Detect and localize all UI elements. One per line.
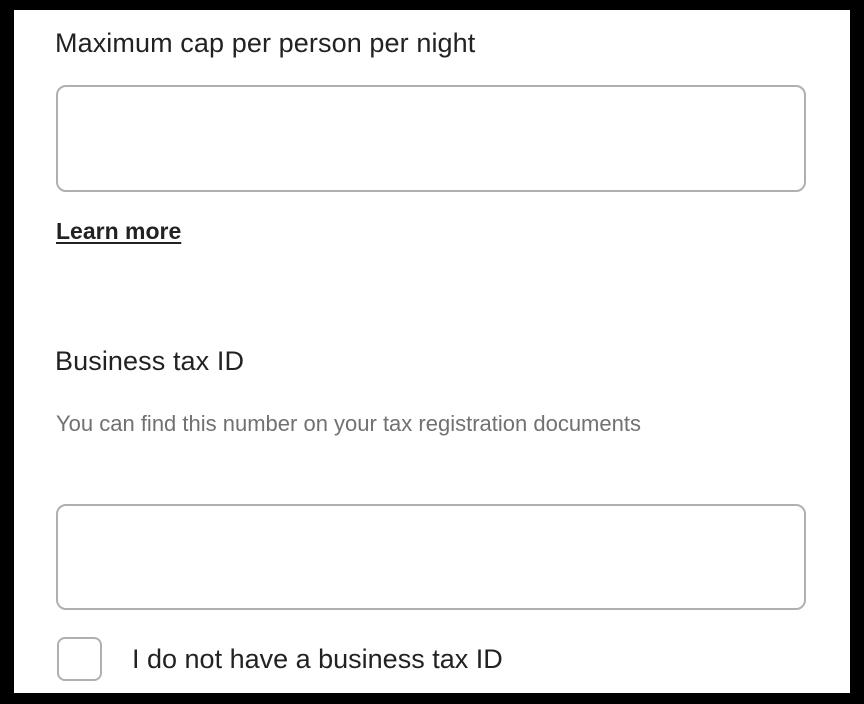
no-tax-id-checkbox-label[interactable]: I do not have a business tax ID <box>132 644 503 675</box>
tax-settings-form: Maximum cap per person per night Learn m… <box>14 10 850 693</box>
cap-per-person-input[interactable] <box>56 85 806 192</box>
business-tax-id-input[interactable] <box>56 504 806 610</box>
cap-per-person-label: Maximum cap per person per night <box>55 28 476 58</box>
no-tax-id-checkbox[interactable] <box>57 637 102 681</box>
business-tax-id-label: Business tax ID <box>55 346 245 376</box>
business-tax-id-helper-text: You can find this number on your tax reg… <box>56 411 641 436</box>
learn-more-link[interactable]: Learn more <box>56 218 181 245</box>
